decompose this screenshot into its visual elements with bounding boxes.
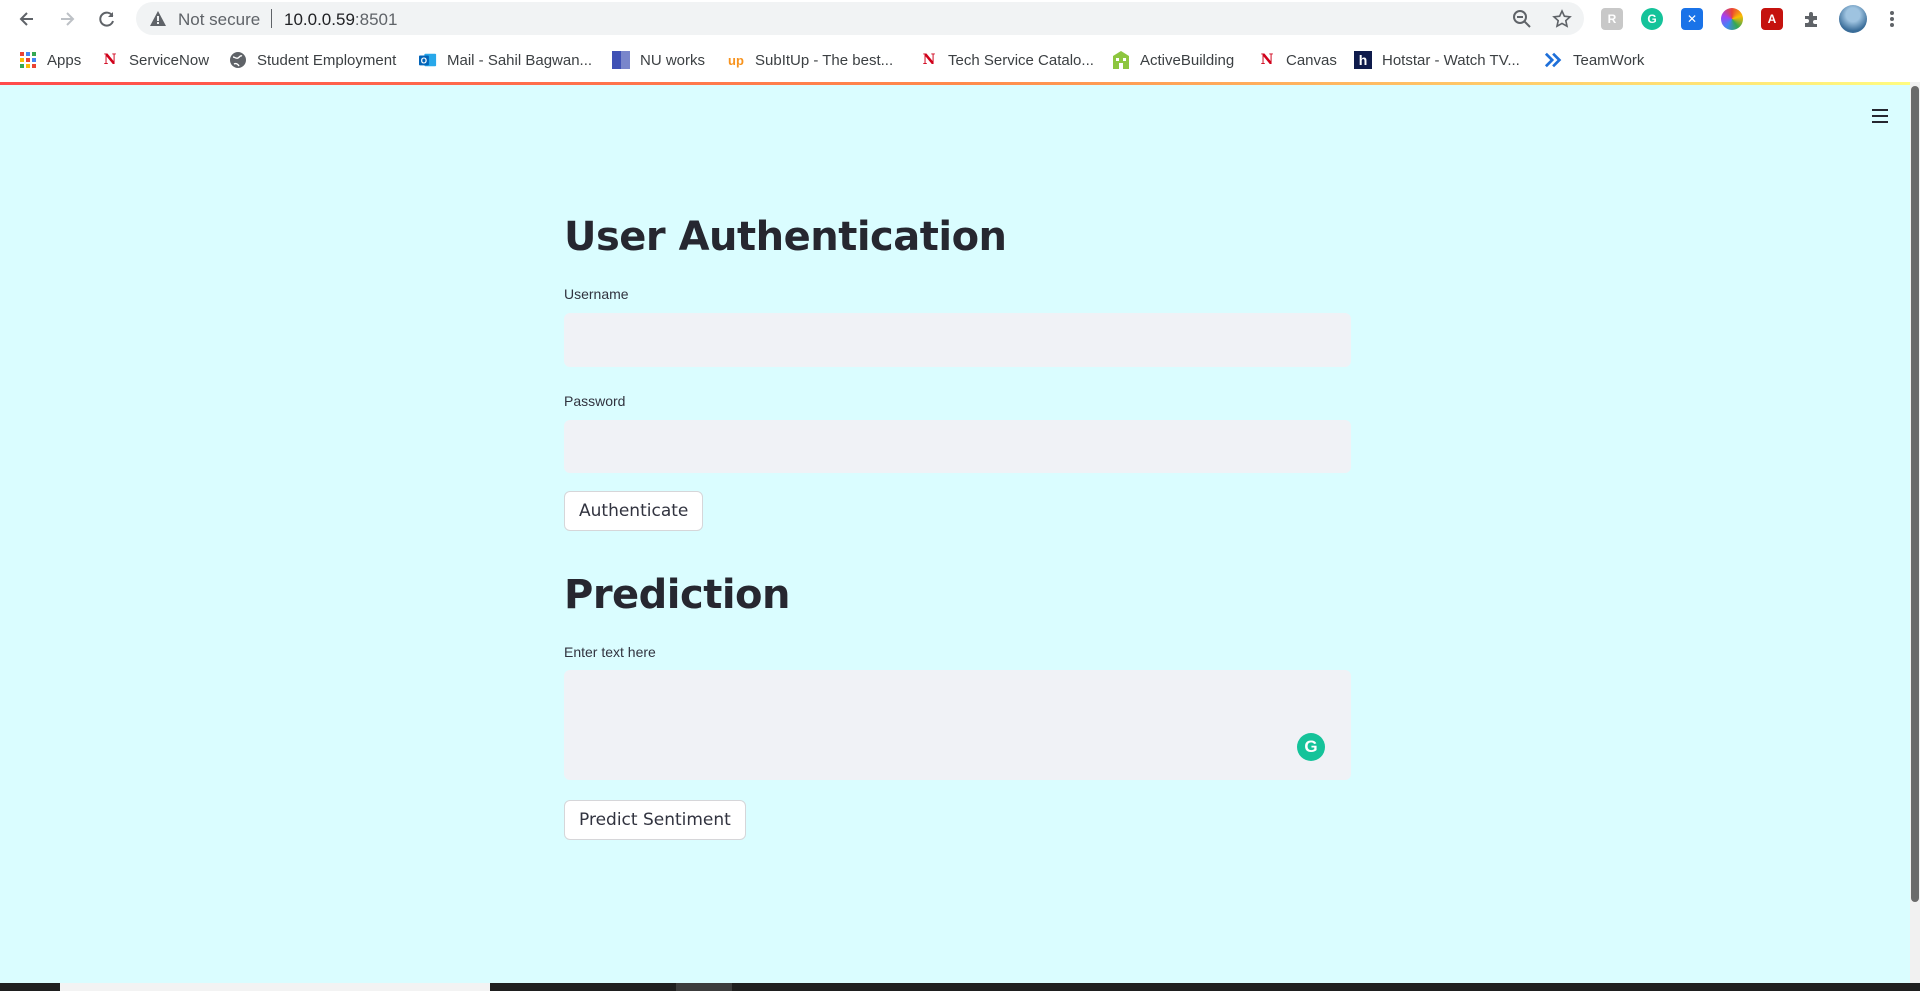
servicenow-icon: N [922,52,936,68]
bookmark-subitup[interactable]: up SubItUp - The best... [727,49,893,71]
scrollbar-thumb[interactable] [1911,86,1919,902]
bookmark-hotstar[interactable]: h Hotstar - Watch TV... [1354,49,1520,71]
username-label: Username [564,286,629,302]
bookmark-servicenow[interactable]: N ServiceNow [101,49,209,71]
apps-grid-icon [19,51,37,69]
forward-icon[interactable] [54,6,80,32]
url-text[interactable]: 10.0.0.59:8501 [284,10,397,30]
password-label: Password [564,393,626,409]
avatar[interactable] [1839,5,1867,33]
puzzle-icon[interactable] [1801,8,1823,30]
text-input-label: Enter text here [564,644,656,660]
bookmark-label: NU works [640,51,706,69]
bookmark-label: SubItUp - The best... [755,51,894,69]
bookmark-label: Apps [47,51,82,69]
taskbar [0,983,1920,991]
password-input[interactable] [564,420,1351,473]
bookmark-apps[interactable]: Apps [19,49,81,71]
servicenow-icon: N [1260,52,1274,68]
zoom-icon[interactable] [1512,9,1532,29]
reload-icon[interactable] [94,6,120,32]
extension-1-icon[interactable]: R [1601,8,1623,30]
back-icon[interactable] [14,6,40,32]
grammarly-icon[interactable]: G [1297,733,1325,761]
username-input[interactable] [564,313,1351,367]
bookmark-label: ServiceNow [129,51,210,69]
sentiment-text-input[interactable] [564,670,1351,780]
building-icon [1112,51,1130,69]
authenticate-button[interactable]: Authenticate [564,491,704,531]
url-host: 10.0.0.59 [284,10,355,29]
omnibox-divider [271,9,272,28]
bookmark-activebuilding[interactable]: ActiveBuilding [1112,49,1234,71]
star-icon[interactable] [1552,9,1572,29]
subitup-icon: up [728,52,744,68]
bookmark-label: Student Employment [257,51,397,69]
hamburger-menu-icon[interactable] [1866,102,1894,130]
bookmark-label: Tech Service Catalo... [948,51,1094,69]
hotstar-icon: h [1354,51,1372,69]
bookmark-student-employment[interactable]: Student Employment [229,49,396,71]
address-bar[interactable]: Not secure 10.0.0.59:8501 [136,2,1584,35]
bookmark-label: Hotstar - Watch TV... [1382,51,1520,69]
color-picker-extension-icon[interactable] [1721,8,1743,30]
bookmark-label: TeamWork [1573,51,1645,69]
bookmark-mail[interactable]: O Mail - Sahil Bagwan... [419,49,592,71]
nuworks-icon [612,51,630,69]
bookmark-label: Canvas [1286,51,1337,69]
kebab-menu-icon[interactable] [1879,6,1905,32]
servicenow-icon: N [103,52,117,68]
bookmark-canvas[interactable]: N Canvas [1258,49,1337,71]
url-port: :8501 [354,10,398,29]
browser-toolbar: Not secure 10.0.0.59:8501 R G ✕ A [0,0,1920,37]
bookmark-teamwork[interactable]: TeamWork [1545,49,1644,71]
teamwork-icon [1545,51,1563,69]
pdf-extension-icon[interactable]: A [1761,8,1783,30]
bookmarks-bar: Apps N ServiceNow Student Employment O M… [0,37,1920,82]
grammarly-extension-icon[interactable]: G [1641,8,1663,30]
security-label[interactable]: Not secure [178,10,260,30]
svg-text:O: O [421,57,427,66]
taskbar-item[interactable] [60,983,490,991]
globe-icon [229,51,247,69]
warning-icon[interactable] [149,10,167,32]
predict-sentiment-button[interactable]: Predict Sentiment [564,800,746,840]
prediction-title: Prediction [564,572,791,618]
outlook-icon: O [419,51,437,69]
bookmark-label: Mail - Sahil Bagwan... [447,51,593,69]
taskbar-item[interactable] [676,983,732,991]
bookmark-tech-service[interactable]: N Tech Service Catalo... [920,49,1094,71]
page-scrollbar[interactable] [1910,82,1920,983]
bookmark-nu-works[interactable]: NU works [612,49,705,71]
extension-3-icon[interactable]: ✕ [1681,8,1703,30]
bookmark-label: ActiveBuilding [1140,51,1235,69]
auth-title: User Authentication [564,214,1007,260]
